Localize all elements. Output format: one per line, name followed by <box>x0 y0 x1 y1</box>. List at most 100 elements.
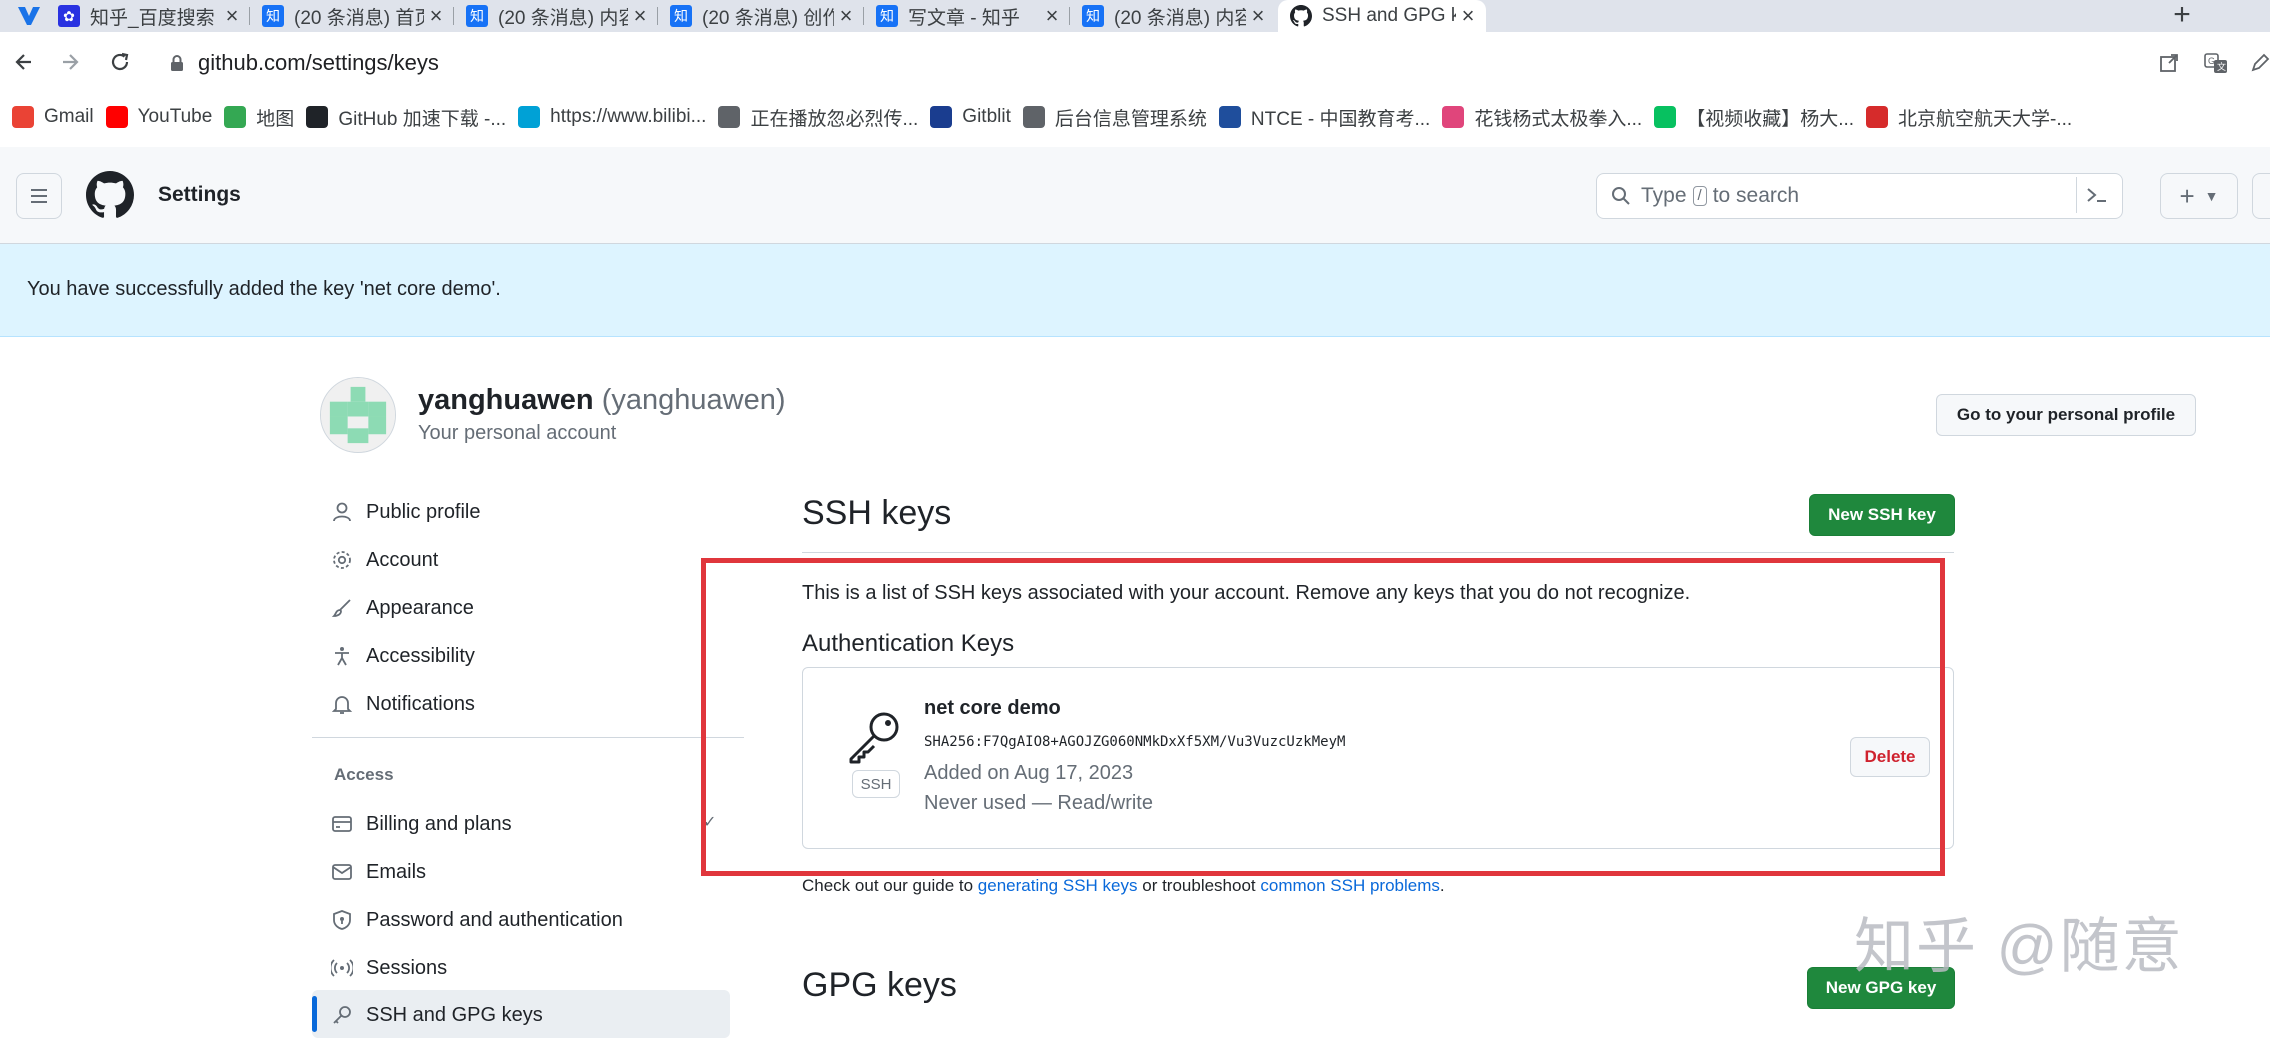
bookmark-item[interactable]: 地图 <box>224 104 294 131</box>
create-new-button[interactable]: + ▼ <box>2160 173 2238 219</box>
close-tab-icon[interactable]: × <box>628 3 652 29</box>
zhihu-icon: 知 <box>670 5 692 27</box>
close-tab-icon[interactable]: × <box>424 3 448 29</box>
account-type-label: Your personal account <box>418 422 617 444</box>
browser-tab[interactable]: 知 (20 条消息) 首页 - 知乎 × <box>250 0 454 32</box>
sidebar-item-notifications[interactable]: Notifications <box>330 684 730 724</box>
browser-tab[interactable]: 知 (20 条消息) 内容管理 - 创 × <box>454 0 658 32</box>
translate-icon[interactable]: G文 <box>2204 52 2228 74</box>
new-tab-button[interactable]: + <box>2160 0 2204 32</box>
ssh-keys-heading: SSH keys <box>802 494 952 532</box>
bookmark-item[interactable]: 花钱杨式太极拳入... <box>1442 104 1642 131</box>
bookmark-item[interactable]: Gmail <box>12 106 94 128</box>
sidebar-item-label: SSH and GPG keys <box>366 1003 543 1026</box>
profile-display-name: yanghuawen <box>418 384 594 416</box>
shield-lock-icon <box>330 908 354 932</box>
bookmark-item[interactable]: https://www.bilibi... <box>518 106 706 128</box>
highlight-annotation-box <box>701 558 1945 876</box>
sidebar-item-label: Password and authentication <box>366 908 623 931</box>
guide-text-post: . <box>1439 876 1445 895</box>
youtube-icon <box>105 106 128 128</box>
common-ssh-problems-link[interactable]: common SSH problems <box>1260 876 1440 895</box>
bookmark-item[interactable]: 后台信息管理系统 <box>1022 104 1207 131</box>
bookmark-item[interactable]: Gitblit <box>930 106 1011 128</box>
bookmark-label: 北京航空航天大学-... <box>1898 108 2073 130</box>
gmail-icon <box>12 106 34 128</box>
browser-tab[interactable]: 知 写文章 - 知乎 × <box>864 0 1070 32</box>
bookmark-label: 花钱杨式太极拳入... <box>1474 108 1643 130</box>
sidebar-item-label: Notifications <box>366 692 475 715</box>
reload-button[interactable] <box>100 42 140 82</box>
browser-tab[interactable]: 知 (20 条消息) 内容管理 - 创 × <box>1070 0 1276 32</box>
bookmark-item[interactable]: NTCE - 中国教育考... <box>1218 104 1431 131</box>
browser-tab-active[interactable]: SSH and GPG keys × <box>1278 0 1486 32</box>
sidebar-item-sessions[interactable]: Sessions <box>330 948 730 988</box>
gear-icon <box>330 548 354 572</box>
video-icon <box>1442 106 1465 128</box>
browser-tab-strip: ✿ 知乎_百度搜索 × 知 (20 条消息) 首页 - 知乎 × 知 (20 条… <box>0 0 2270 32</box>
bookmarks-bar: Gmail YouTube 地图 GitHub 加速下载 -... https://ww… <box>0 98 2270 136</box>
bookmark-label: GitHub 加速下载 -... <box>338 108 507 130</box>
close-tab-icon[interactable]: × <box>834 3 858 29</box>
zhihu-icon: 知 <box>466 5 488 27</box>
gpg-keys-heading: GPG keys <box>802 966 957 1004</box>
bookmark-item[interactable]: 【视频收藏】杨大... <box>1654 104 1854 131</box>
github-icon <box>306 106 329 128</box>
guide-text-mid: or troubleshoot <box>1142 876 1256 895</box>
command-palette-button[interactable] <box>2076 177 2117 213</box>
bookmark-label: NTCE - 中国教育考... <box>1250 108 1431 130</box>
mail-icon <box>330 860 354 884</box>
bookmark-item[interactable]: 北京航空航天大学-... <box>1866 104 2072 131</box>
sidebar-item-accessibility[interactable]: Accessibility <box>330 636 730 676</box>
browser-tab[interactable]: 知 (20 条消息) 创作中心 - 知 × <box>658 0 864 32</box>
plus-icon: + <box>2179 180 2195 211</box>
wechat-icon <box>1654 106 1677 128</box>
issues-button[interactable] <box>2252 173 2270 219</box>
terminal-icon <box>2087 188 2106 202</box>
github-logo-icon[interactable] <box>86 171 134 219</box>
baidu-icon: ✿ <box>58 5 80 27</box>
edit-icon[interactable] <box>2250 52 2270 74</box>
sidebar-item-public-profile[interactable]: Public profile <box>330 492 730 532</box>
bookmark-item[interactable]: 正在播放忽必烈传... <box>718 104 918 131</box>
search-input[interactable]: Type / to search <box>1596 173 2123 219</box>
address-bar[interactable]: github.com/settings/keys <box>152 42 2182 84</box>
guide-text-pre: Check out our guide to <box>802 876 974 895</box>
browser-tab[interactable]: ✿ 知乎_百度搜索 × <box>46 0 250 32</box>
close-tab-icon[interactable]: × <box>1040 3 1064 29</box>
browser-toolbar: github.com/settings/keys G文 Gmail YouTube… <box>0 32 2270 130</box>
url-text: github.com/settings/keys <box>198 50 439 75</box>
sidebar-divider <box>312 737 744 738</box>
bookmark-item[interactable]: GitHub 加速下载 -... <box>306 104 506 131</box>
bookmark-item[interactable]: YouTube <box>105 106 212 128</box>
zhihu-icon: 知 <box>262 5 284 27</box>
avatar[interactable] <box>320 377 396 453</box>
globe-icon <box>1022 106 1045 128</box>
new-ssh-key-button[interactable]: New SSH key <box>1809 494 1955 536</box>
search-icon <box>1611 186 1631 206</box>
profile-login: (yanghuawen) <box>601 384 786 416</box>
close-tab-icon[interactable]: × <box>220 3 244 29</box>
sidebar-item-appearance[interactable]: Appearance <box>330 588 730 628</box>
github-icon <box>1290 5 1312 27</box>
browser-menu-icon[interactable] <box>16 4 42 28</box>
sidebar-item-billing[interactable]: Billing and plans <box>330 804 730 844</box>
sidebar-item-ssh-gpg-keys[interactable]: SSH and GPG keys <box>330 995 730 1035</box>
hamburger-menu-button[interactable] <box>16 173 62 219</box>
credit-card-icon <box>330 812 354 836</box>
sidebar-item-account[interactable]: Account <box>330 540 730 580</box>
page-title[interactable]: Settings <box>158 183 241 207</box>
generating-ssh-keys-link[interactable]: generating SSH keys <box>978 876 1138 895</box>
sidebar-item-password[interactable]: Password and authentication <box>330 900 730 940</box>
sidebar-item-label: Billing and plans <box>366 812 512 835</box>
back-button[interactable] <box>4 42 44 82</box>
close-tab-icon[interactable]: × <box>1246 3 1270 29</box>
search-shortcut-key: / <box>1692 186 1707 206</box>
open-external-icon[interactable] <box>2158 52 2180 74</box>
sidebar-item-emails[interactable]: Emails <box>330 852 730 892</box>
forward-button[interactable] <box>50 42 90 82</box>
flash-text: You have successfully added the key 'net… <box>27 278 501 300</box>
profile-name[interactable]: yanghuawen (yanghuawen) <box>418 384 786 417</box>
close-tab-icon[interactable]: × <box>1456 3 1480 29</box>
go-to-profile-button[interactable]: Go to your personal profile <box>1936 394 2196 436</box>
